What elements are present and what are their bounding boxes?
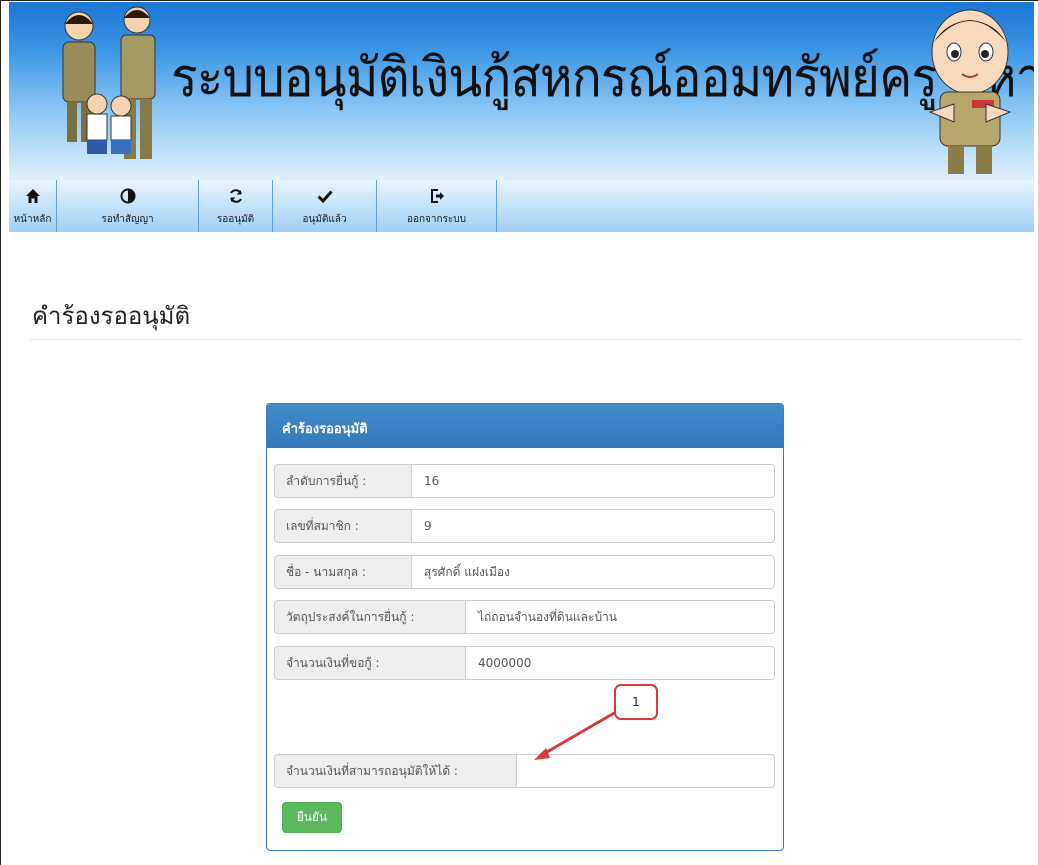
nav-logout[interactable]: ออกจากระบบ — [377, 180, 497, 232]
field-approvable-amount: จำนวนเงินที่สามารถอนุมัติให้ได้ : — [274, 754, 775, 788]
nav-home-label: หน้าหลัก — [13, 214, 52, 225]
field-requested-amount-label: จำนวนเงินที่ขอกู้ : — [274, 646, 465, 680]
page-divider — [30, 339, 1022, 340]
teachers-illustration — [62, 6, 156, 159]
checkmark-icon — [273, 186, 376, 212]
field-requested-amount: จำนวนเงินที่ขอกู้ : 4000000 — [274, 646, 775, 680]
main-navbar: หน้าหลัก รอทำสัญญา รออนุมัติ อนุมัติแล้ว… — [9, 180, 1034, 232]
page-title: คำร้องรออนุมัติ — [32, 302, 191, 330]
field-request-order-value: 16 — [411, 464, 775, 498]
banner-title: ระบบอนุมัติเงินกู้สหกรณ์ออมทรัพย์ครู มหา… — [171, 46, 1034, 109]
field-loan-purpose: วัตถุประสงค์ในการยื่นกู้ : ไถ่ถอนจำนองที… — [274, 600, 775, 634]
panel-heading: คำร้องรออนุมัติ — [267, 404, 783, 448]
field-request-order-label: ลำดับการยื่นกู้ : — [274, 464, 411, 498]
half-circle-icon — [57, 186, 198, 212]
field-member-number-value: 9 — [411, 509, 775, 543]
nav-logout-label: ออกจากระบบ — [406, 214, 467, 225]
cartoon-officer-illustration — [928, 9, 1012, 174]
header-banner: ระบบอนุมัติเงินกู้สหกรณ์ออมทรัพย์ครู มหา… — [9, 2, 1034, 180]
annotation-callout: 1 — [614, 684, 658, 720]
confirm-button[interactable]: ยืนยัน — [282, 802, 342, 833]
nav-approved[interactable]: อนุมัติแล้ว — [273, 180, 377, 232]
field-member-number: เลขที่สมาชิก : 9 — [274, 509, 775, 543]
nav-pending-approval-label: รออนุมัติ — [216, 214, 255, 225]
nav-home[interactable]: หน้าหลัก — [9, 180, 57, 232]
nav-pending-contract[interactable]: รอทำสัญญา — [57, 180, 199, 232]
field-member-number-label: เลขที่สมาชิก : — [274, 509, 411, 543]
nav-approved-label: อนุมัติแล้ว — [302, 214, 347, 225]
field-loan-purpose-label: วัตถุประสงค์ในการยื่นกู้ : — [274, 600, 465, 634]
nav-pending-contract-label: รอทำสัญญา — [101, 214, 154, 225]
logout-icon — [377, 186, 496, 212]
field-approvable-amount-label: จำนวนเงินที่สามารถอนุมัติให้ได้ : — [274, 754, 516, 788]
field-full-name-label: ชื่อ - นามสกุล : — [274, 555, 411, 589]
field-loan-purpose-value: ไถ่ถอนจำนองที่ดินและบ้าน — [465, 600, 775, 634]
refresh-icon — [199, 186, 272, 212]
nav-pending-approval[interactable]: รออนุมัติ — [199, 180, 273, 232]
field-requested-amount-value: 4000000 — [465, 646, 775, 680]
home-icon — [9, 186, 56, 212]
field-request-order: ลำดับการยื่นกู้ : 16 — [274, 464, 775, 498]
field-full-name-value: สุรศักดิ์ แฝงเมือง — [411, 555, 775, 589]
field-full-name: ชื่อ - นามสกุล : สุรศักดิ์ แฝงเมือง — [274, 555, 775, 589]
